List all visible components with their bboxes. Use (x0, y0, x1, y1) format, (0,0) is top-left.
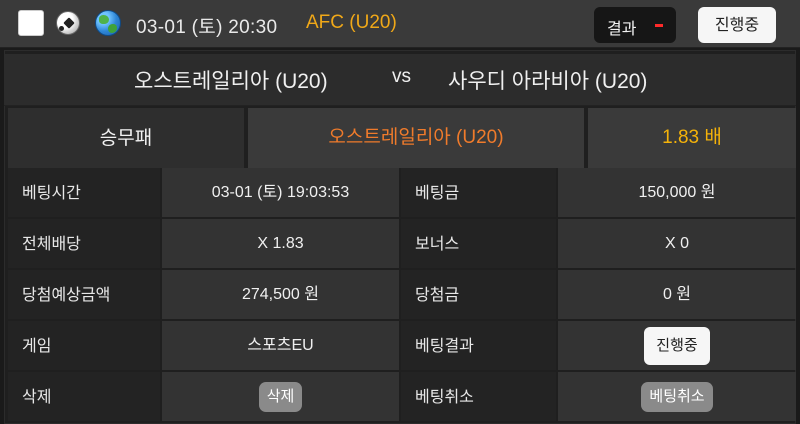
result-label: 결과 (607, 19, 637, 38)
globe-icon (95, 10, 121, 36)
bet-time-value: 03-01 (토) 19:03:53 (162, 168, 399, 217)
detail-row-payout: 당첨예상금액 274,500 원 당첨금 0 원 (8, 270, 796, 319)
delete-label: 삭제 (8, 372, 160, 421)
match-row: 오스트레일리아 (U20) vs 사우디 아라비아 (U20) (4, 54, 796, 106)
bet-time-label: 베팅시간 (8, 168, 160, 217)
soccer-ball-icon (56, 11, 80, 35)
selected-pick: 오스트레일리아 (U20) (248, 108, 584, 168)
game-value: 스포츠EU (162, 321, 399, 370)
bonus-value: X 0 (558, 219, 796, 268)
result-button[interactable]: 결과 (594, 7, 676, 43)
home-team: 오스트레일리아 (U20) (134, 70, 328, 93)
delete-cell: 삭제 (162, 372, 399, 421)
delete-button[interactable]: 삭제 (258, 381, 303, 412)
win-amount-value: 0 원 (558, 270, 796, 319)
bet-result-button[interactable]: 진행중 (644, 326, 710, 365)
league-name: AFC (U20) (306, 12, 397, 33)
result-indicator-icon (655, 24, 663, 27)
bet-amount-value: 150,000 원 (558, 168, 796, 217)
bet-result-label: 베팅결과 (401, 321, 556, 370)
game-label: 게임 (8, 321, 160, 370)
pick-odds: 1.83 배 (588, 108, 796, 168)
detail-row-time: 베팅시간 03-01 (토) 19:03:53 베팅금 150,000 원 (8, 168, 796, 217)
cancel-bet-button[interactable]: 베팅취소 (641, 381, 713, 412)
detail-row-actions: 삭제 삭제 베팅취소 베팅취소 (8, 372, 796, 421)
market-type: 승무패 (8, 108, 244, 168)
bet-header: 03-01 (토) 20:30 AFC (U20) 결과 진행중 (0, 0, 800, 48)
win-amount-label: 당첨금 (401, 270, 556, 319)
expected-payout-label: 당첨예상금액 (8, 270, 160, 319)
match-datetime: 03-01 (토) 20:30 (136, 17, 278, 38)
status-button[interactable]: 진행중 (698, 7, 776, 43)
total-odds-value: X 1.83 (162, 219, 399, 268)
bet-amount-label: 베팅금 (401, 168, 556, 217)
total-odds-label: 전체배당 (8, 219, 160, 268)
bet-result-cell: 진행중 (558, 321, 796, 370)
expected-payout-value: 274,500 원 (162, 270, 399, 319)
select-checkbox[interactable] (18, 10, 44, 36)
vs-label: vs (392, 66, 411, 87)
away-team: 사우디 아라비아 (U20) (448, 70, 648, 93)
cancel-bet-label: 베팅취소 (401, 372, 556, 421)
bonus-label: 보너스 (401, 219, 556, 268)
detail-row-game: 게임 스포츠EU 베팅결과 진행중 (8, 321, 796, 370)
cancel-bet-cell: 베팅취소 (558, 372, 796, 421)
detail-row-odds: 전체배당 X 1.83 보너스 X 0 (8, 219, 796, 268)
pick-row: 승무패 오스트레일리아 (U20) 1.83 배 (4, 108, 796, 168)
